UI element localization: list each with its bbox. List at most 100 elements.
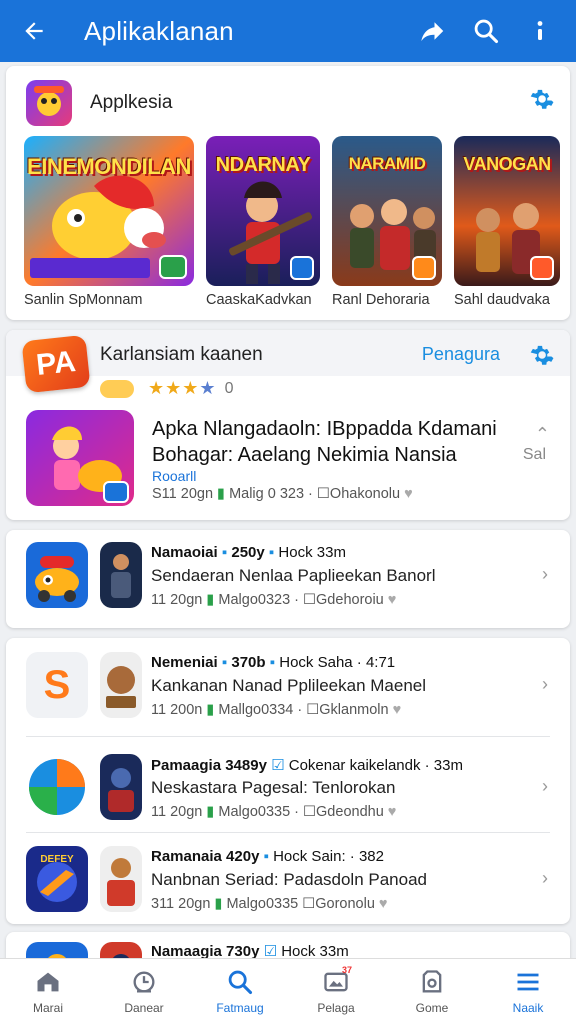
app-meta: 11 20gn ▮ Malgo0323 · ☐Gdehoroiu ♥ — [151, 592, 396, 608]
chevron-right-icon[interactable]: › — [542, 674, 548, 695]
back-button[interactable] — [18, 15, 50, 47]
nav-label: Gome — [415, 1001, 449, 1015]
featured-caption: CaaskaKadvkan — [206, 292, 312, 308]
nav-gallery[interactable]: 37 Pelaga — [288, 959, 384, 1024]
app-tag: Gdeondhu — [316, 804, 384, 820]
app-name: Ramanaia — [151, 848, 222, 865]
gear-icon — [530, 345, 554, 365]
app-icon-secondary — [100, 846, 142, 912]
verified-icon: ▪ — [221, 544, 228, 561]
list-item[interactable]: Namaoiai ▪ 250y ▪ Hock 33m Sendaeran Nen… — [6, 530, 570, 626]
app-icon — [26, 410, 134, 506]
more-button[interactable] — [522, 13, 558, 49]
verified-icon: ▮ — [217, 486, 226, 502]
featured-carousel: EINEMONDILAN Sanlin SpMonnam NDARNAY Caa… — [24, 136, 564, 308]
app-list-card: S Nemeniai ▪ 370b ▪ Hock Saha · 4:71 Kan… — [6, 638, 570, 924]
featured-app-artwork: NARAMID — [332, 136, 442, 286]
verified-icon: ▪ — [221, 654, 228, 671]
list-item[interactable]: Pamaagia 3489y ☑ Cokenar kaikelandk · 33… — [6, 742, 570, 838]
app-name: Pamaagia — [151, 757, 222, 774]
app-icon-secondary — [100, 652, 142, 718]
checkbox-icon: ☐ — [306, 702, 320, 718]
chevron-right-icon[interactable]: › — [542, 868, 548, 889]
chevron-up-icon[interactable]: ⌃ — [535, 424, 550, 445]
clock-icon — [129, 967, 159, 997]
svg-text:S: S — [44, 663, 71, 707]
featured-caption: Ranl Dehoraria — [332, 292, 430, 308]
app-version: 420y — [226, 848, 260, 865]
app-tag: Ohakonolu — [329, 486, 401, 502]
featured-list-item[interactable]: Apka Nlangadaoln: IBppadda Kdamani Bohag… — [26, 410, 556, 510]
app-meta: 11 20gn ▮ Malgo0335 · ☐Gdeondhu ♥ — [151, 804, 396, 820]
search-icon — [474, 19, 499, 44]
divider — [26, 736, 550, 737]
list-item[interactable]: DEFEY Ramanaia 420y ▪ Hock Sain: · 382 N… — [6, 834, 570, 930]
page-title: Aplikaklanan — [84, 15, 234, 46]
app-side-label: Sal — [522, 446, 546, 463]
app-extra: Cokenar kaikelandk · 33m — [288, 757, 463, 774]
search-button[interactable] — [468, 13, 504, 49]
app-name-line: Nemeniai ▪ 370b ▪ Hock Saha · 4:71 — [151, 654, 395, 671]
chevron-right-icon[interactable]: › — [542, 564, 548, 585]
verified-icon: ▮ — [206, 592, 215, 608]
featured-apps-card: Applkesia EINEMONDILAN Sanlin SpMonnam N… — [6, 66, 570, 320]
app-description: Kankanan Nanad Pplileekan Maenel — [151, 676, 427, 695]
home-icon — [33, 967, 63, 997]
featured-art-text: NDARNAY — [215, 154, 311, 176]
app-extra: Hock Sain: · 382 — [273, 848, 384, 865]
app-version: 370b — [231, 654, 266, 671]
app-version: 250y — [231, 544, 265, 561]
nav-search[interactable]: Fatmaug — [192, 959, 288, 1024]
verified-icon: ▮ — [206, 702, 215, 718]
app-meta: 11 200n ▮ Mallgo0334 · ☐Gklanmoln ♥ — [151, 702, 401, 718]
app-link[interactable]: Rooarll — [152, 468, 196, 484]
verified-icon: ▪ — [263, 848, 269, 865]
box-icon — [417, 967, 447, 997]
verified-icon: ☑ — [271, 757, 285, 774]
nav-games[interactable]: Gome — [384, 959, 480, 1024]
settings-button[interactable] — [528, 86, 554, 112]
nav-history[interactable]: Danear — [96, 959, 192, 1024]
list-item[interactable]: S Nemeniai ▪ 370b ▪ Hock Saha · 4:71 Kan… — [6, 640, 570, 736]
app-description: Nanbnan Seriad: Padasdoln Panoad — [151, 870, 427, 889]
app-icon-secondary — [100, 542, 142, 608]
heart-icon: ♥ — [404, 486, 413, 502]
nav-label: Danear — [124, 1001, 164, 1015]
rating-row: ★★★★ 0 — [100, 378, 233, 399]
verified-icon: ▮ — [206, 804, 215, 820]
arrow-left-icon — [25, 22, 43, 40]
app-badge-icon — [530, 256, 554, 280]
share-button[interactable] — [414, 13, 450, 49]
featured-app-2[interactable]: NDARNAY CaaskaKadvkan — [206, 136, 320, 308]
app-name: Namaoiai — [151, 544, 218, 561]
app-description: Sendaeran Nenlaa Paplieekan Banorl — [151, 566, 436, 585]
recommended-card: PA Karlansiam kaanen Penagura ★★★★ 0 Apk… — [6, 330, 570, 520]
app-developer: Mallgo0334 · — [218, 702, 303, 718]
checkbox-icon: ☐ — [303, 804, 317, 820]
app-badge-icon — [290, 256, 314, 280]
app-list-card: Namaoiai ▪ 250y ▪ Hock 33m Sendaeran Nen… — [6, 530, 570, 628]
featured-app-3[interactable]: NARAMID Ranl Dehoraria — [332, 136, 442, 308]
app-bar: Aplikaklanan — [0, 0, 576, 62]
app-developer: Malgo0335 — [226, 896, 299, 912]
checkbox-icon: ☐ — [316, 486, 330, 502]
tag-pill — [100, 379, 134, 398]
chevron-right-icon[interactable]: › — [542, 776, 548, 797]
nav-label: Fatmaug — [216, 1001, 264, 1015]
app-meta: S11 20gn ▮ Malig 0 323 · ☐Ohakonolu ♥ — [152, 486, 413, 502]
nav-home[interactable]: Marai — [0, 959, 96, 1024]
app-name: Nemeniai — [151, 654, 218, 671]
app-size: 11 200n — [151, 702, 203, 718]
featured-app-4[interactable]: VANOGAN Sahl daudvaka — [454, 136, 560, 308]
verified-icon: ▪ — [268, 544, 275, 561]
heart-icon: ♥ — [387, 592, 397, 608]
app-icon — [26, 754, 88, 820]
app-name-line: Namaoiai ▪ 250y ▪ Hock 33m — [151, 544, 346, 561]
nav-menu[interactable]: Naaik — [480, 959, 576, 1024]
see-more-link[interactable]: Penagura — [422, 344, 500, 365]
app-description: Neskastara Pagesal: Tenlorokan — [151, 778, 396, 797]
settings-button[interactable] — [528, 342, 554, 368]
featured-app-1[interactable]: EINEMONDILAN Sanlin SpMonnam — [24, 136, 194, 308]
section-logo — [26, 80, 72, 126]
featured-art-text: EINEMONDILAN — [27, 154, 191, 179]
